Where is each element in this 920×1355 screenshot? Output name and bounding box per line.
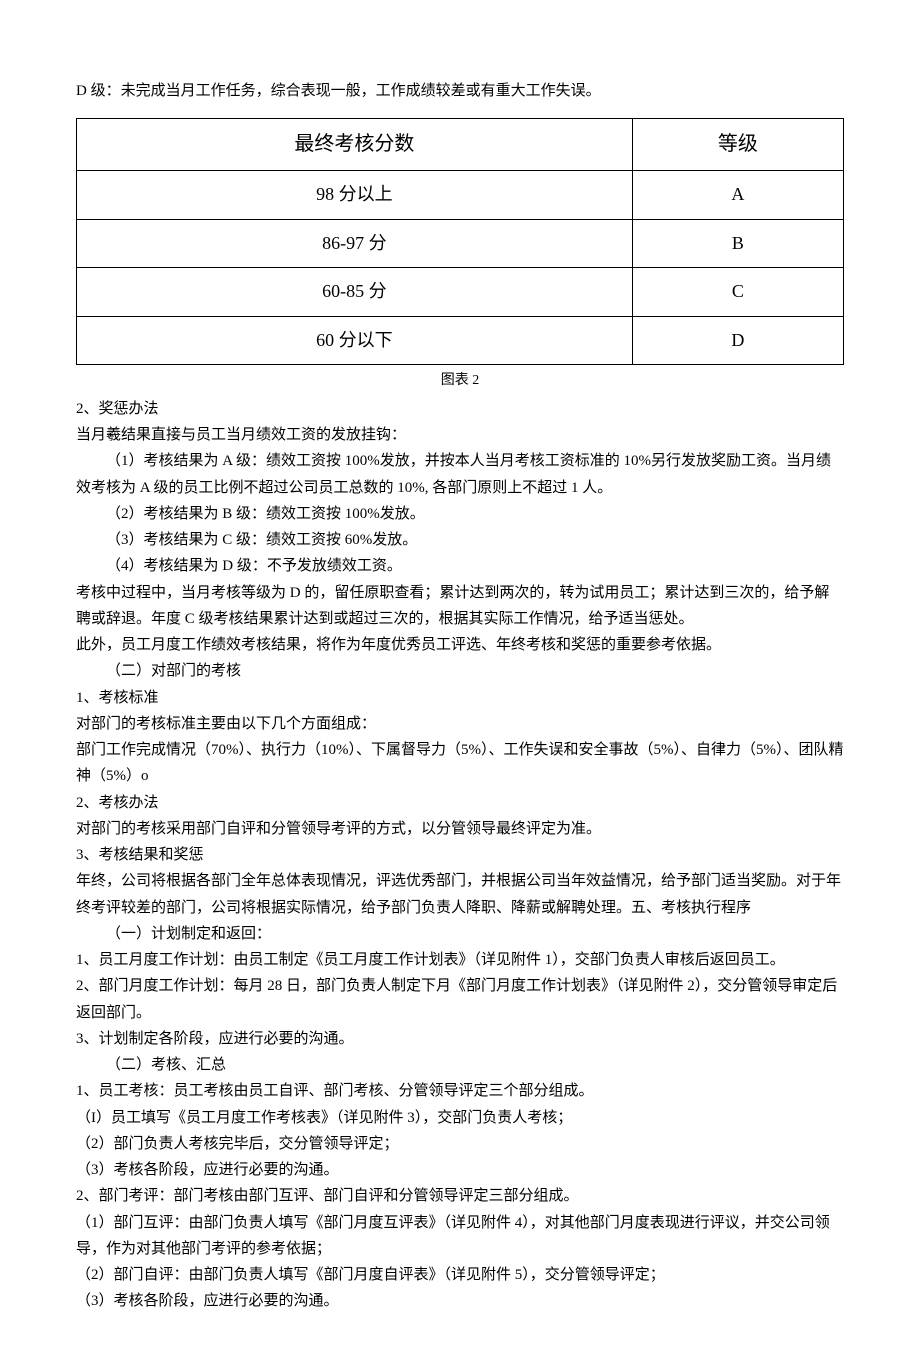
cell-score: 60-85 分 — [77, 268, 633, 317]
body-text: 3、计划制定各阶段，应进行必要的沟通。 — [76, 1026, 844, 1052]
cell-score: 60 分以下 — [77, 316, 633, 365]
body-text: 2、部门考评：部门考核由部门互评、部门自评和分管领导评定三部分组成。 — [76, 1183, 844, 1209]
body-text: 1、员工月度工作计划：由员工制定《员工月度工作计划表》（详见附件 1），交部门负… — [76, 947, 844, 973]
body-text: （I）员工填写《员工月度工作考核表》（详见附件 3），交部门负责人考核； — [76, 1105, 844, 1131]
table-row: 60-85 分 C — [77, 268, 844, 317]
item-heading: 2、考核办法 — [76, 790, 844, 816]
cell-score: 86-97 分 — [77, 219, 633, 268]
body-text: 年终，公司将根据各部门全年总体表现情况，评选优秀部门，并根据公司当年效益情况，给… — [76, 868, 844, 921]
body-text: 对部门的考核标准主要由以下几个方面组成： — [76, 711, 844, 737]
table-row: 86-97 分 B — [77, 219, 844, 268]
table-row: 60 分以下 D — [77, 316, 844, 365]
body-text: （2）部门自评：由部门负责人填写《部门月度自评表》（详见附件 5），交分管领导评… — [76, 1262, 844, 1288]
body-text: （1）部门互评：由部门负责人填写《部门月度互评表》（详见附件 4），对其他部门月… — [76, 1210, 844, 1263]
subsection-heading: （一）计划制定和返回： — [76, 921, 844, 947]
body-text: （3）考核结果为 C 级：绩效工资按 60%发放。 — [76, 527, 844, 553]
body-text: 部门工作完成情况（70%）、执行力（10%）、下属督导力（5%）、工作失误和安全… — [76, 737, 844, 790]
body-text: （2）部门负责人考核完毕后，交分管领导评定； — [76, 1131, 844, 1157]
body-text: （3）考核各阶段，应进行必要的沟通。 — [76, 1157, 844, 1183]
body-text: （4）考核结果为 D 级：不予发放绩效工资。 — [76, 553, 844, 579]
cell-grade: A — [632, 171, 843, 220]
body-text: 1、员工考核：员工考核由员工自评、部门考核、分管领导评定三个部分组成。 — [76, 1078, 844, 1104]
item-heading: 1、考核标准 — [76, 685, 844, 711]
cell-grade: B — [632, 219, 843, 268]
body-text: 考核中过程中，当月考核等级为 D 的，留任原职查看；累计达到两次的，转为试用员工… — [76, 580, 844, 633]
cell-grade: D — [632, 316, 843, 365]
item-heading: 3、考核结果和奖惩 — [76, 842, 844, 868]
intro-line: D 级：未完成当月工作任务，综合表现一般，工作成绩较差或有重大工作失误。 — [76, 78, 844, 104]
header-score: 最终考核分数 — [77, 119, 633, 171]
section-reward-heading: 2、奖惩办法 — [76, 396, 844, 422]
table-row: 98 分以上 A — [77, 171, 844, 220]
cell-score: 98 分以上 — [77, 171, 633, 220]
subsection-heading: （二）考核、汇总 — [76, 1052, 844, 1078]
table-caption: 图表 2 — [76, 369, 844, 394]
body-text: （2）考核结果为 B 级：绩效工资按 100%发放。 — [76, 501, 844, 527]
header-grade: 等级 — [632, 119, 843, 171]
grade-table: 最终考核分数 等级 98 分以上 A 86-97 分 B 60-85 分 C 6… — [76, 118, 844, 365]
body-text: 当月羲结果直接与员工当月绩效工资的发放挂钩： — [76, 422, 844, 448]
body-text: （1）考核结果为 A 级：绩效工资按 100%发放，并按本人当月考核工资标准的 … — [76, 448, 844, 501]
body-text: （3）考核各阶段，应进行必要的沟通。 — [76, 1288, 844, 1314]
body-text: 对部门的考核采用部门自评和分管领导考评的方式，以分管领导最终评定为准。 — [76, 816, 844, 842]
body-text: 2、部门月度工作计划：每月 28 日，部门负责人制定下月《部门月度工作计划表》（… — [76, 973, 844, 1026]
subsection-heading: （二）对部门的考核 — [76, 658, 844, 684]
cell-grade: C — [632, 268, 843, 317]
table-header-row: 最终考核分数 等级 — [77, 119, 844, 171]
body-text: 此外，员工月度工作绩效考核结果，将作为年度优秀员工评选、年终考核和奖惩的重要参考… — [76, 632, 844, 658]
